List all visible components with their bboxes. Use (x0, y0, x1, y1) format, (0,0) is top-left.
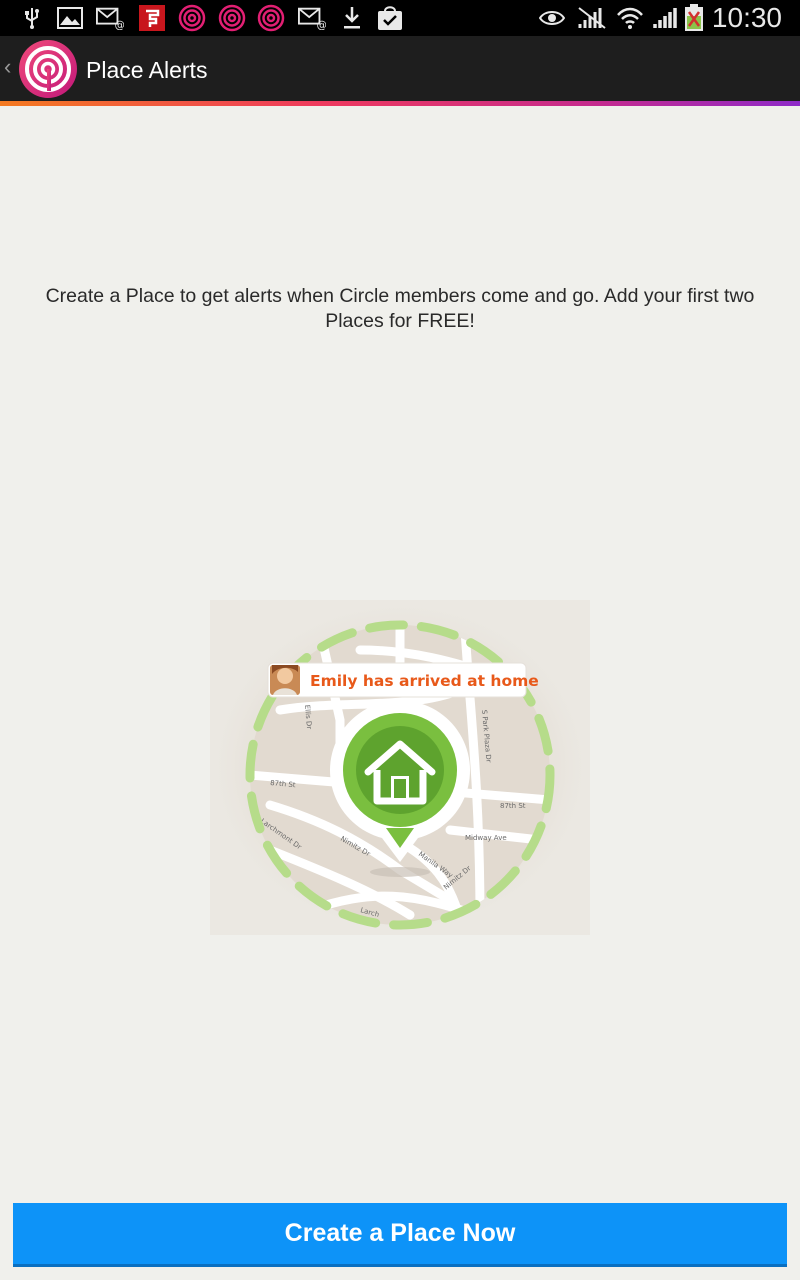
svg-text:@: @ (115, 19, 124, 30)
eye-icon (538, 4, 566, 32)
wifi-icon (616, 4, 644, 32)
life360-icon (257, 4, 285, 32)
street-label: 87th St (500, 802, 526, 810)
download-icon (338, 4, 366, 32)
battery-charging-icon (682, 4, 706, 32)
avatar (270, 665, 300, 695)
no-signal-icon (578, 4, 606, 32)
brand-gradient-divider (0, 101, 800, 106)
shopping-bag-check-icon (376, 4, 404, 32)
place-alert-illustration: 87th St 87th St Midway Ave Nimitz Dr Man… (210, 590, 590, 940)
life360-logo-icon[interactable] (18, 39, 78, 99)
svg-text:@: @ (317, 19, 326, 30)
email-at-icon: @ (96, 4, 124, 32)
intro-text: Create a Place to get alerts when Circle… (45, 285, 755, 332)
status-clock: 10:30 (711, 2, 782, 33)
life360-icon (178, 4, 206, 32)
image-icon (56, 4, 84, 32)
notification-text: Emily has arrived at home (310, 672, 539, 690)
usb-icon (18, 4, 46, 32)
street-label: Midway Ave (465, 834, 507, 842)
back-chevron-icon[interactable]: ‹ (4, 54, 11, 80)
life360-icon (218, 4, 246, 32)
status-bar: @ @ 10:30 (0, 0, 800, 36)
email-at-icon: @ (298, 4, 326, 32)
action-bar: ‹ Place Alerts (0, 36, 800, 102)
create-place-button[interactable]: Create a Place Now (13, 1203, 787, 1267)
arrival-notification-badge: Emily has arrived at home (267, 662, 539, 698)
page-title: Place Alerts (86, 57, 208, 83)
cell-signal-icon (652, 4, 680, 32)
flipboard-icon (138, 4, 166, 32)
